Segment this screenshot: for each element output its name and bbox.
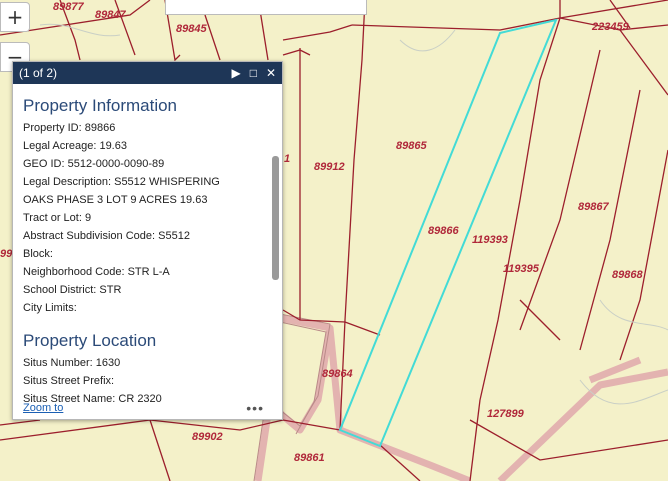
parcel-label: 89847 <box>95 9 126 21</box>
maximize-icon[interactable]: □ <box>250 66 257 80</box>
field-legal-description-cont: OAKS PHASE 3 LOT 9 ACRES 19.63 <box>23 194 208 206</box>
play-icon[interactable]: ▶ <box>231 66 240 80</box>
top-toolbar-strip <box>165 0 367 15</box>
parcel-label: 89845 <box>176 23 207 35</box>
popup-scrollbar[interactable] <box>272 102 279 442</box>
parcel-label: 89912 <box>314 161 345 173</box>
field-school-district: School District: STR <box>23 284 122 296</box>
field-neighborhood-code: Neighborhood Code: STR L-A <box>23 266 170 278</box>
parcel-label: 1 <box>284 153 290 165</box>
parcel-label: 89867 <box>578 201 609 213</box>
parcel-label: 89865 <box>396 140 427 152</box>
field-situs-street-prefix: Situs Street Prefix: <box>23 375 115 387</box>
parcel-label: 119393 <box>472 234 508 246</box>
field-block: Block: <box>23 248 53 260</box>
parcel-label: 89877 <box>53 1 84 13</box>
close-icon[interactable]: ✕ <box>266 66 276 80</box>
parcel-label: 89868 <box>612 269 643 281</box>
section-title-property-information: Property Information <box>23 96 178 115</box>
popup-feature-count: (1 of 2) <box>19 66 58 80</box>
parcel-label: 89902 <box>192 431 223 443</box>
field-legal-acreage: Legal Acreage: 19.63 <box>23 140 127 152</box>
more-actions-icon[interactable]: ••• <box>246 400 264 416</box>
parcel-label: 119395 <box>503 263 540 275</box>
field-geo-id: GEO ID: 5512-0000-0090-89 <box>23 158 165 170</box>
field-tract-or-lot: Tract or Lot: 9 <box>23 212 92 224</box>
field-situs-number: Situs Number: 1630 <box>23 357 121 369</box>
field-city-limits: City Limits: <box>23 302 77 314</box>
scrollbar-thumb[interactable] <box>272 156 279 280</box>
field-legal-description: Legal Description: S5512 WHISPERING <box>23 176 220 188</box>
parcel-label: 89864 <box>322 368 353 380</box>
popup-header: (1 of 2) ▶ □ ✕ <box>13 62 282 84</box>
parcel-label: 127899 <box>487 408 525 420</box>
zoom-to-link[interactable]: Zoom to <box>23 402 63 414</box>
parcel-label: 89861 <box>294 452 325 464</box>
popup-body: Property Information Property ID: 89866 … <box>13 84 268 419</box>
field-abstract-subdivision-code: Abstract Subdivision Code: S5512 <box>23 230 190 242</box>
zoom-in-button[interactable]: + <box>0 2 30 32</box>
feature-popup: (1 of 2) ▶ □ ✕ Property Information Prop… <box>12 61 283 420</box>
field-property-id: Property ID: 89866 <box>23 122 116 134</box>
section-title-property-location: Property Location <box>23 331 157 350</box>
parcel-label: 89866 <box>428 225 459 237</box>
parcel-label: 223459 <box>591 21 630 33</box>
